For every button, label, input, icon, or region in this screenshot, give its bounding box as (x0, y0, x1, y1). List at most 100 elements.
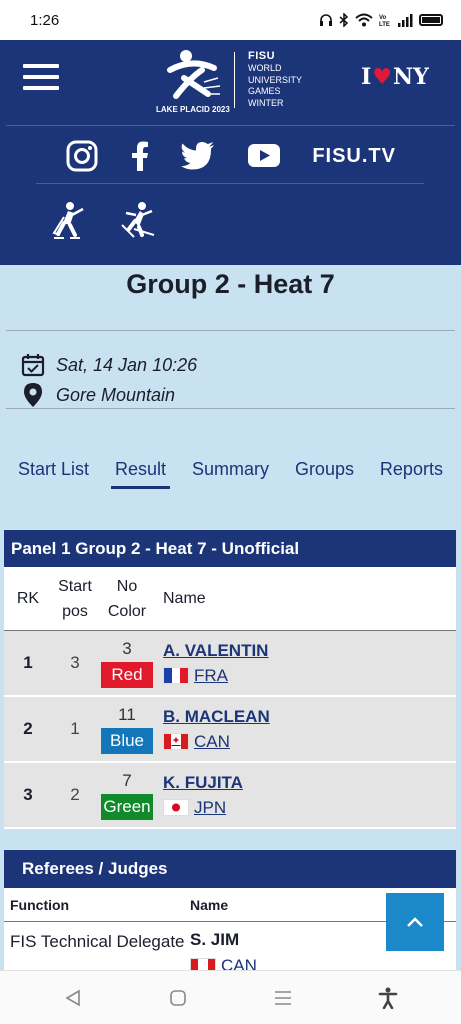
col-name: Name (190, 896, 229, 913)
referees-heading: Referees / Judges (4, 850, 456, 888)
athlete-cell: K. FUJITA JPN (156, 773, 456, 818)
page-title: Group 2 - Heat 7 (126, 269, 335, 299)
table-row: 1 3 3 Red A. VALENTIN FRA (4, 631, 456, 697)
athlete-cell: B. MACLEAN ✦ CAN (156, 707, 456, 752)
ice-hockey-icon[interactable] (50, 201, 86, 241)
nation-code: JPN (194, 797, 227, 817)
wifi-icon (355, 13, 373, 27)
iny-ny: NY (393, 64, 429, 90)
facebook-icon[interactable] (131, 141, 149, 171)
col-no-color-line: Color (107, 602, 147, 620)
tab-groups[interactable]: Groups (291, 459, 358, 489)
tab-result[interactable]: Result (110, 459, 171, 489)
rank: 2 (23, 719, 33, 738)
event-venue-row: Gore Mountain (20, 380, 197, 410)
nation-code: CAN (221, 956, 257, 970)
nation-link[interactable]: JPN (163, 798, 456, 818)
nation-link[interactable]: FRA (163, 666, 456, 686)
main-content: Group 2 - Heat 7 Sat, 14 Jan 10:26 Gore … (0, 265, 461, 970)
system-nav-bar (0, 970, 461, 1024)
col-start-pos: Start pos (52, 574, 98, 624)
twitter-icon[interactable] (181, 142, 215, 170)
bluetooth-icon (339, 13, 349, 27)
color-badge: Red (101, 661, 153, 688)
logo-brand: FISU (248, 50, 276, 62)
fisu-games-logo[interactable]: LAKE PLACID 2023 FISU WORLD UNIVERSITY G… (152, 48, 312, 118)
bib-number: 3 (122, 638, 132, 658)
header-divider (6, 125, 455, 126)
calendar-check-icon (20, 352, 46, 378)
flag-jpn-icon (163, 799, 189, 816)
nation-link[interactable]: ✦ CAN (163, 732, 456, 752)
social-links: FISU.TV (66, 136, 396, 176)
header-divider (36, 183, 424, 184)
bib-number: 11 (118, 704, 136, 724)
home-icon[interactable] (158, 983, 198, 1013)
athlete-cell: A. VALENTIN FRA (156, 641, 456, 686)
headphones-icon (320, 14, 332, 26)
divider (6, 408, 455, 409)
bib-number: 7 (122, 770, 132, 790)
start-pos: 2 (70, 785, 80, 804)
table-row: 2 1 11 Blue B. MACLEAN ✦ CAN (4, 697, 456, 763)
accessibility-icon[interactable] (368, 983, 408, 1013)
bib-color: 7 Green (98, 771, 156, 820)
col-no-color-line: No (116, 577, 138, 595)
flag-can-icon: ✦ (163, 733, 189, 750)
tab-summary[interactable]: Summary (188, 459, 273, 489)
referee-cell: S. JIM CAN (190, 930, 257, 970)
color-badge: Blue (101, 727, 153, 754)
start-pos: 1 (70, 719, 80, 738)
scroll-to-top-button[interactable] (386, 893, 444, 951)
event-info: Sat, 14 Jan 10:26 Gore Mountain (20, 350, 197, 410)
logo-event-line: UNIVERSITY (248, 74, 303, 85)
flag-fra-icon (163, 667, 189, 684)
freestyle-skiing-icon[interactable] (120, 201, 156, 241)
fisu-tv-link[interactable]: FISU.TV (312, 145, 396, 168)
referee-name: S. JIM (190, 930, 240, 949)
instagram-icon[interactable] (66, 140, 98, 172)
rank: 3 (23, 785, 33, 804)
status-bar: 1:26 Vo LTE (0, 0, 461, 40)
bib-color: 3 Red (98, 639, 156, 688)
athlete-link[interactable]: A. VALENTIN (163, 641, 456, 661)
event-tabs: Start List Result Summary Groups Reports (8, 459, 453, 489)
svg-text:Vo: Vo (379, 15, 387, 21)
signal-icon (398, 14, 413, 27)
col-rank: RK (16, 589, 40, 607)
athlete-link[interactable]: B. MACLEAN (163, 707, 456, 727)
color-badge: Green (101, 793, 153, 820)
svg-text:LTE: LTE (379, 22, 390, 27)
flag-can-icon (190, 957, 216, 970)
start-pos: 3 (70, 653, 80, 672)
tab-start-list[interactable]: Start List (14, 459, 93, 489)
heart-icon: ♥ (372, 64, 393, 90)
site-header: LAKE PLACID 2023 FISU WORLD UNIVERSITY G… (0, 40, 461, 265)
status-icons: Vo LTE (319, 13, 443, 27)
back-icon[interactable] (53, 983, 93, 1013)
location-pin-icon (20, 382, 46, 408)
menu-icon[interactable] (23, 64, 59, 90)
volte-icon: VoLTE (379, 15, 390, 27)
nation-code: CAN (194, 731, 230, 751)
recents-icon[interactable] (263, 983, 303, 1013)
col-start-pos-line: pos (62, 602, 88, 620)
logo-location: LAKE PLACID 2023 (156, 105, 230, 114)
divider (6, 330, 455, 331)
athlete-link[interactable]: K. FUJITA (163, 773, 456, 793)
event-date: Sat, 14 Jan 10:26 (56, 354, 198, 375)
rank: 1 (23, 653, 33, 672)
i-love-ny-logo[interactable]: I ♥ NY (361, 64, 429, 90)
logo-event-line: WORLD (248, 63, 282, 73)
games-mascot-logo (167, 50, 221, 99)
nation-link[interactable]: CAN (190, 956, 257, 970)
sport-links (50, 201, 156, 241)
results-heading: Panel 1 Group 2 - Heat 7 - Unofficial (4, 530, 456, 567)
col-start-pos-line: Start (58, 577, 92, 595)
chevron-up-icon (407, 917, 423, 927)
col-name: Name (163, 589, 206, 607)
youtube-icon[interactable] (247, 144, 280, 168)
referee-function: FIS Technical Delegate (10, 932, 185, 951)
tab-reports[interactable]: Reports (376, 459, 447, 489)
results-table: Panel 1 Group 2 - Heat 7 - Unofficial RK… (4, 530, 456, 829)
